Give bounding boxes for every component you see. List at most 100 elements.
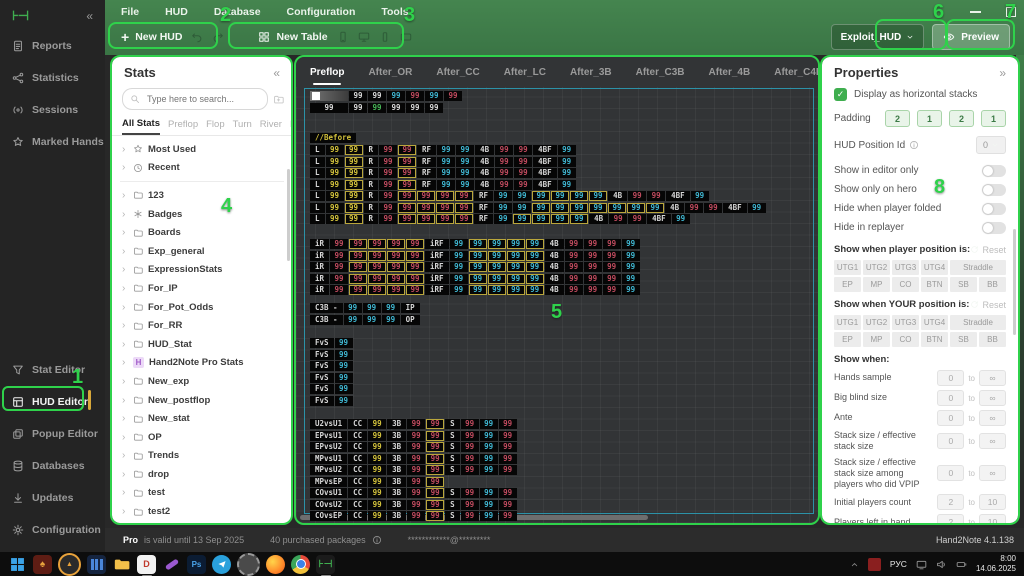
stat-cell[interactable]: 99 <box>436 202 455 213</box>
stat-cell[interactable]: 99 <box>407 499 426 510</box>
undo-icon[interactable] <box>191 31 203 43</box>
canvas-grid[interactable]: 99 99 99 99 99 99 99 99 99 99 99 99//Before L 99 99 R 99… <box>296 87 818 523</box>
stat-cell[interactable]: iRF <box>425 262 449 272</box>
stat-cell[interactable]: 99 <box>387 250 406 261</box>
stat-cell[interactable]: 99 <box>425 91 443 101</box>
stats-group-test[interactable]: › test <box>112 484 292 503</box>
sidebar-item-databases[interactable]: Databases <box>0 450 105 482</box>
range-to-input[interactable]: ∞ <box>979 390 1006 406</box>
stat-cell[interactable]: 99 <box>398 202 417 213</box>
toggle-hide-in-replayer[interactable] <box>982 221 1006 234</box>
stat-cell[interactable]: MPvsU1 <box>310 453 348 464</box>
stat-cell[interactable]: 99 <box>498 419 517 429</box>
stat-cell[interactable]: 99 <box>449 239 468 249</box>
stat-cell[interactable]: 3B <box>387 442 407 452</box>
backup-app-icon[interactable]: ▲ <box>58 552 81 576</box>
stat-cell[interactable]: 99 <box>498 430 517 441</box>
stat-cell[interactable]: RF <box>474 214 494 224</box>
stat-cell[interactable]: 99 <box>325 191 344 201</box>
stat-cell[interactable]: 99 <box>368 488 387 498</box>
stat-cell[interactable]: C3B - <box>310 303 343 313</box>
stat-cell[interactable]: 99 <box>449 262 468 272</box>
stat-cell[interactable]: 99 <box>387 285 406 295</box>
stat-cell[interactable]: 99 <box>449 250 468 261</box>
properties-collapse-icon[interactable]: » <box>999 66 1006 80</box>
stat-cell[interactable]: EPvsU1 <box>310 430 348 441</box>
stat-cell[interactable]: RF <box>417 156 437 167</box>
canvas-tab-after-or[interactable]: After_OR <box>368 67 412 78</box>
tray-app-icon[interactable] <box>867 557 881 571</box>
stat-cell[interactable]: 4B <box>544 262 564 272</box>
stat-cell[interactable]: 3B <box>387 419 407 429</box>
monitor-icon[interactable] <box>358 31 370 43</box>
stat-cell[interactable]: CC <box>348 453 368 464</box>
stat-cell[interactable]: 99 <box>479 453 498 464</box>
stat-cell[interactable]: U2vsU1 <box>310 419 348 429</box>
stat-cell[interactable]: 99 <box>479 442 498 452</box>
stat-cell[interactable]: 99 <box>460 465 479 475</box>
stat-cell[interactable]: 99 <box>602 239 621 249</box>
stat-cell[interactable]: 4B <box>475 168 495 178</box>
hand2note-app-icon[interactable]: ⊦⊣ <box>316 554 335 576</box>
stat-cell[interactable]: 99 <box>525 273 544 284</box>
stat-cell[interactable]: 99 <box>344 179 363 190</box>
stat-cell[interactable]: 99 <box>704 202 723 213</box>
stat-cell[interactable]: iR <box>310 250 330 261</box>
stat-cell[interactable]: 99 <box>334 395 353 406</box>
position-button-straddle[interactable]: Straddle <box>950 315 1006 330</box>
stat-cell[interactable]: 99 <box>460 442 479 452</box>
stat-cell[interactable] <box>310 91 348 101</box>
stat-cell[interactable]: 99 <box>479 419 498 429</box>
maximize-button[interactable] <box>1005 6 1016 17</box>
photoshop-icon[interactable]: Ps <box>187 554 206 574</box>
stat-cell[interactable]: 4BF <box>533 179 557 190</box>
stat-cell[interactable]: MPvsEP <box>310 476 348 487</box>
stat-cell[interactable]: 99 <box>426 499 445 510</box>
range-to-input[interactable]: ∞ <box>979 433 1006 450</box>
stat-cell[interactable]: R <box>363 168 379 178</box>
stat-cell[interactable]: CC <box>348 465 368 475</box>
poker-chip-app-icon[interactable] <box>237 552 260 576</box>
stat-cell[interactable]: R <box>363 156 379 167</box>
stats-group-new-stat[interactable]: › New_stat <box>112 409 292 428</box>
stats-collapse-icon[interactable]: « <box>273 66 280 80</box>
stat-cell[interactable]: 99 <box>449 273 468 284</box>
stat-cell[interactable]: 99 <box>495 179 514 190</box>
stat-cell[interactable]: 99 <box>557 179 576 190</box>
stat-cell[interactable]: 99 <box>379 191 398 201</box>
stat-cell[interactable]: 99 <box>368 442 387 452</box>
range-from-input[interactable]: 0 <box>937 465 965 482</box>
stat-cell[interactable]: 99 <box>479 499 498 510</box>
position-button-utg3[interactable]: UTG3 <box>892 315 919 330</box>
stat-cell[interactable]: CC <box>348 430 368 441</box>
stat-cell[interactable]: 99 <box>398 191 417 201</box>
range-to-input[interactable]: 10 <box>979 494 1006 511</box>
position-button-utg2[interactable]: UTG2 <box>863 260 890 275</box>
stat-cell[interactable]: 99 <box>407 430 426 441</box>
padding-input-1[interactable]: 2 <box>885 110 910 127</box>
stat-cell[interactable]: S <box>445 453 460 464</box>
stat-cell[interactable]: iRF <box>425 250 449 261</box>
stat-cell[interactable]: 99 <box>583 262 602 272</box>
range-from-input[interactable]: 2 <box>937 514 965 523</box>
stats-group-for-rr[interactable]: › For_RR <box>112 316 292 335</box>
stat-cell[interactable]: 4B <box>589 214 609 224</box>
stat-cell[interactable]: 99 <box>444 91 462 101</box>
sidebar-item-stat-editor[interactable]: Stat Editor <box>0 354 105 386</box>
menu-hud[interactable]: HUD <box>165 6 188 18</box>
stat-cell[interactable]: 99 <box>437 179 456 190</box>
stat-cell[interactable]: 99 <box>685 202 704 213</box>
stat-cell[interactable]: 99 <box>456 145 475 155</box>
stat-cell[interactable]: R <box>363 191 379 201</box>
stat-cell[interactable]: 99 <box>513 191 532 201</box>
stat-cell[interactable]: 99 <box>456 179 475 190</box>
stat-cell[interactable]: 4BF <box>666 191 690 201</box>
stat-cell[interactable]: RF <box>474 202 494 213</box>
stat-cell[interactable]: 3B <box>387 476 407 487</box>
stats-group-hud-stat[interactable]: › HUD_Stat <box>112 335 292 354</box>
stat-cell[interactable]: 4B <box>475 145 495 155</box>
canvas-tab-preflop[interactable]: Preflop <box>310 67 344 85</box>
hud-position-dropdown[interactable]: 0 <box>976 136 1006 154</box>
stat-cell[interactable]: 99 <box>551 202 570 213</box>
stat-cell[interactable]: 99 <box>468 239 487 249</box>
